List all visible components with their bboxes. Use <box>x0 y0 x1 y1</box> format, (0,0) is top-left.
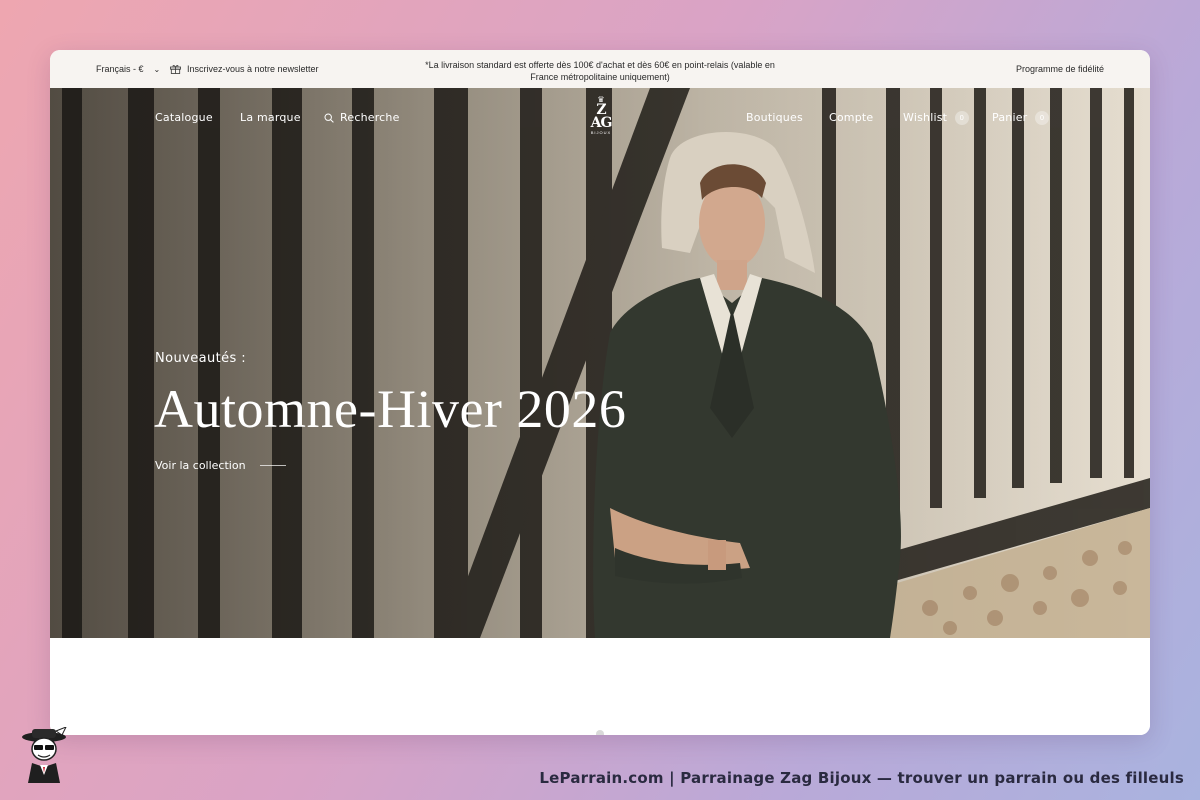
nav-cart-label: Panier <box>992 111 1028 124</box>
hero-kicker: Nouveautés : <box>155 351 246 366</box>
nav-account[interactable]: Compte <box>829 111 873 124</box>
footer-caption: LeParrain.com | Parrainage Zag Bijoux — … <box>539 769 1184 787</box>
brand-logo[interactable]: ♛ Z AG BIJOUX <box>584 96 618 136</box>
newsletter-link[interactable]: Inscrivez-vous à notre newsletter <box>170 64 319 74</box>
cta-underline <box>259 465 286 466</box>
logo-mark-bottom: AG <box>590 115 613 131</box>
nav-search-label: Recherche <box>340 111 400 124</box>
view-collection-link[interactable]: Voir la collection <box>155 459 286 472</box>
nav-catalogue[interactable]: Catalogue <box>155 111 213 124</box>
hero-title: Automne-Hiver 2026 <box>154 379 627 439</box>
content-area <box>50 638 1150 735</box>
mascot-logo[interactable] <box>18 727 70 783</box>
shipping-announcement: *La livraison standard est offerte dès 1… <box>420 59 780 83</box>
nav-boutiques[interactable]: Boutiques <box>746 111 803 124</box>
carousel-indicator[interactable] <box>596 730 604 735</box>
nav-wishlist-label: Wishlist <box>903 111 948 124</box>
logo-subtitle: BIJOUX <box>590 130 612 135</box>
search-icon <box>324 112 334 123</box>
language-selector[interactable]: Français - € ⌄ <box>96 64 160 74</box>
gift-icon <box>170 65 181 74</box>
nav-cart[interactable]: Panier 0 <box>992 111 1050 125</box>
cart-count-badge: 0 <box>1035 111 1050 125</box>
announcement-line-2: France métropolitaine uniquement) <box>530 72 670 82</box>
announcement-bar: Français - € ⌄ Inscrivez-vous à notre ne… <box>50 50 1150 89</box>
hero-banner[interactable]: Catalogue La marque Recherche Boutiques … <box>50 88 1150 638</box>
nav-brand[interactable]: La marque <box>240 111 301 124</box>
browser-window: Français - € ⌄ Inscrivez-vous à notre ne… <box>50 50 1150 735</box>
wishlist-count-badge: 0 <box>954 111 969 125</box>
view-collection-label: Voir la collection <box>155 459 246 472</box>
chevron-down-icon: ⌄ <box>153 64 161 74</box>
loyalty-program-link[interactable]: Programme de fidélité <box>1016 64 1104 74</box>
announcement-line-1: *La livraison standard est offerte dès 1… <box>425 60 775 70</box>
language-label: Français - € <box>96 64 144 74</box>
newsletter-label: Inscrivez-vous à notre newsletter <box>187 64 319 74</box>
nav-wishlist[interactable]: Wishlist 0 <box>903 111 969 125</box>
nav-search[interactable]: Recherche <box>324 111 400 124</box>
